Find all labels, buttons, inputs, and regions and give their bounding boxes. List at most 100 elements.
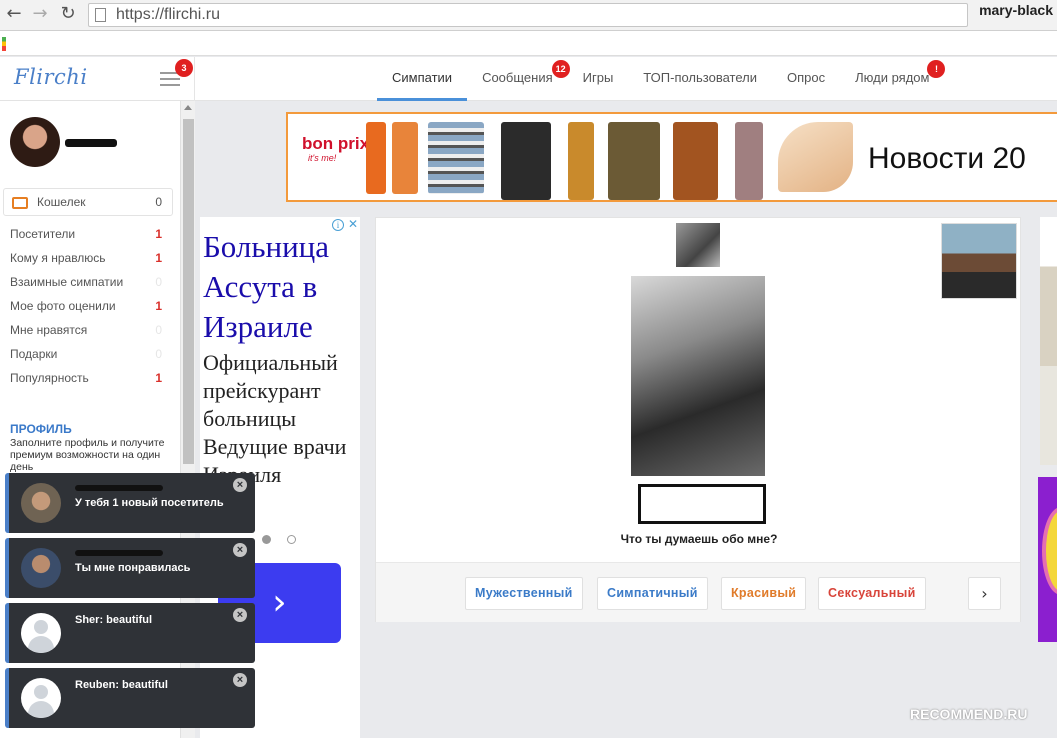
trousers-image (568, 122, 594, 200)
notification-text: Sher: beautiful (75, 614, 153, 626)
vote-cute-button[interactable]: Симпатичный (597, 577, 708, 610)
scroll-up-icon[interactable] (184, 105, 192, 110)
forward-arrow-icon[interactable]: → (30, 4, 50, 24)
sidebar-item-who-likes-me[interactable]: Кому я нравлюсь 1 (10, 251, 165, 271)
ad-dot[interactable] (287, 535, 296, 544)
stat-label: Мне нравятся (10, 323, 88, 337)
tab-people-nearby[interactable]: Люди рядом! (840, 57, 946, 101)
stat-count: 0 (155, 347, 162, 361)
sidebar-item-mutual[interactable]: Взаимные симпатии 0 (10, 275, 165, 295)
tab-top-users[interactable]: ТОП-пользователи (628, 57, 772, 101)
notification-toast[interactable]: У тебя 1 новый посетитель × (5, 473, 255, 533)
close-icon[interactable]: × (233, 478, 247, 492)
wallet-item[interactable]: Кошелек 0 (3, 188, 173, 216)
stat-count: 0 (155, 323, 162, 337)
apps-icon[interactable] (2, 37, 6, 51)
close-icon[interactable]: × (233, 608, 247, 622)
default-avatar-icon (21, 678, 61, 718)
notification-toast[interactable]: Sher: beautiful × (5, 603, 255, 663)
profile-section-title[interactable]: ПРОФИЛЬ (10, 422, 72, 436)
coat-image (501, 122, 551, 200)
reload-icon[interactable]: ↻ (58, 4, 78, 24)
profile-card: Что ты думаешь обо мне? Мужественный Сим… (375, 217, 1021, 622)
stat-label: Мое фото оценили (10, 299, 116, 313)
close-icon[interactable]: × (233, 543, 247, 557)
vote-masculine-button[interactable]: Мужественный (465, 577, 583, 610)
ad-title[interactable]: Больница Ассута в Израиле (203, 227, 358, 347)
shoe-image (392, 122, 418, 194)
right-ad-image[interactable] (1038, 477, 1057, 642)
bookmarks-bar (0, 31, 1057, 56)
main-tabs: Симпатии Сообщения 12 Игры ТОП-пользовате… (377, 57, 946, 101)
sidebar-item-popularity[interactable]: Популярность 1 (10, 371, 165, 391)
dress-image (608, 122, 660, 200)
stat-label: Взаимные симпатии (10, 275, 124, 289)
tab-games[interactable]: Игры (568, 57, 629, 101)
stat-count: 1 (155, 371, 162, 385)
vote-beautiful-button[interactable]: Красивый (721, 577, 807, 610)
stat-count: 1 (155, 227, 162, 241)
close-icon[interactable]: × (233, 673, 247, 687)
shoe-image (366, 122, 386, 194)
notification-avatar (21, 483, 61, 523)
profile-thumbnail[interactable] (676, 223, 720, 267)
tab-label: Игры (582, 70, 614, 85)
stat-count: 1 (155, 251, 162, 265)
next-button[interactable]: › (968, 577, 1001, 610)
site-logo[interactable]: Flirchi (14, 65, 88, 89)
sender-name-redacted (75, 485, 163, 491)
card-question: Что ты думаешь обо мне? (620, 532, 778, 546)
sidebar-item-i-like[interactable]: Мне нравятся 0 (10, 323, 165, 343)
tab-label: Симпатии (392, 70, 453, 85)
nearby-badge: ! (927, 60, 946, 78)
sweater-image (428, 122, 484, 194)
right-ad-image[interactable] (1040, 217, 1057, 465)
page-icon (95, 8, 106, 22)
sidebar-item-gifts[interactable]: Подарки 0 (10, 347, 165, 367)
stat-label: Популярность (10, 371, 89, 385)
notification-avatar (21, 548, 61, 588)
tab-sympathies[interactable]: Симпатии (377, 57, 468, 101)
trousers-image (735, 122, 763, 200)
notification-text: Reuben: beautiful (75, 679, 168, 691)
user-avatar[interactable] (10, 117, 60, 167)
ad-dot-active[interactable] (262, 535, 271, 544)
top-banner-ad[interactable]: bon prix it's me! Новости 20 (286, 112, 1057, 202)
tab-messages[interactable]: Сообщения 12 (467, 57, 570, 101)
vote-sexy-button[interactable]: Сексуальный (818, 577, 926, 610)
back-arrow-icon[interactable]: ← (4, 4, 24, 24)
notification-toast[interactable]: Reuben: beautiful × (5, 668, 255, 728)
stat-label: Посетители (10, 227, 76, 241)
bonprix-logo: bon prix it's me! (302, 134, 370, 163)
ad-body: Официальный прейскурант больницы Ведущие… (203, 350, 347, 487)
tab-label: ТОП-пользователи (643, 70, 757, 85)
sidebar-item-visitors[interactable]: Посетители 1 (10, 227, 165, 247)
address-bar[interactable]: https://flirchi.ru (88, 3, 968, 27)
sender-name-redacted (75, 550, 163, 556)
tab-label: Люди рядом (855, 70, 930, 85)
browser-profile-name[interactable]: mary-black (979, 2, 1053, 18)
wallet-count: 0 (155, 195, 162, 209)
wallet-icon (12, 197, 28, 209)
tab-label: Сообщения (482, 70, 553, 85)
stat-label: Подарки (10, 347, 58, 361)
profile-description: Заполните профиль и получите премиум воз… (10, 437, 165, 473)
site-header: Flirchi 3 Симпатии Сообщения 12 Игры ТОП-… (0, 57, 1057, 101)
banner-news-text: Новости 20 (868, 142, 1026, 175)
sidebar-item-photo-rated[interactable]: Мое фото оценили 1 (10, 299, 165, 319)
notification-toast[interactable]: Ты мне понравилась × (5, 538, 255, 598)
logo-area: Flirchi 3 (0, 57, 195, 101)
scroll-thumb[interactable] (183, 119, 194, 464)
notification-text: Ты мне понравилась (75, 562, 191, 574)
heels-image (778, 122, 853, 192)
ad-pagination (262, 533, 312, 547)
next-profile-thumbnail[interactable] (941, 223, 1017, 299)
wallet-label: Кошелек (37, 195, 86, 209)
watermark: RECOMMEND.RU (910, 706, 1028, 722)
tab-label: Опрос (786, 70, 826, 85)
profile-name-redacted (638, 484, 766, 524)
browser-toolbar: ← → ↻ https://flirchi.ru mary-black (0, 0, 1057, 31)
tab-poll[interactable]: Опрос (772, 57, 840, 101)
stat-count: 1 (155, 299, 162, 313)
profile-photo[interactable] (631, 276, 765, 476)
